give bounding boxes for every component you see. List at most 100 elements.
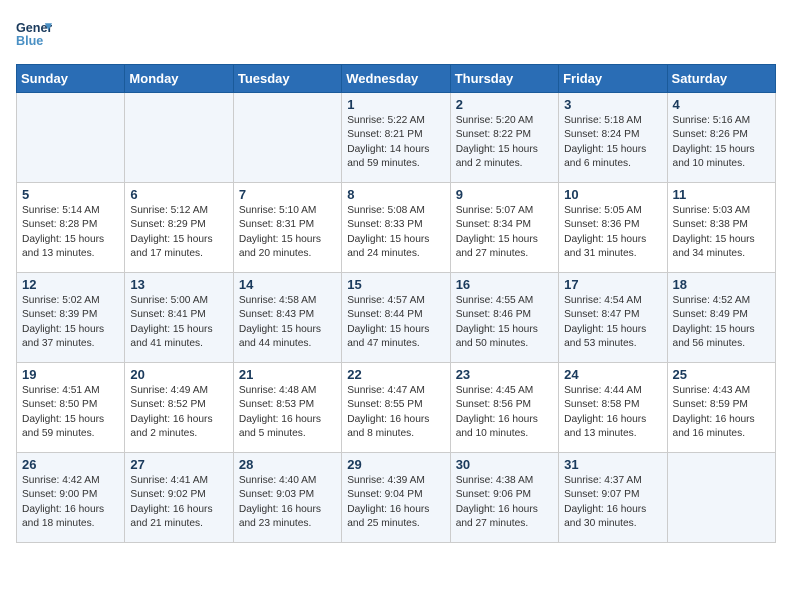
cell-details: Sunrise: 5:18 AM Sunset: 8:24 PM Dayligh… [564,114,661,171]
cell-details: Sunrise: 4:54 AM Sunset: 8:47 PM Dayligh… [564,294,661,351]
cell-details: Sunrise: 4:48 AM Sunset: 8:53 PM Dayligh… [239,384,336,441]
day-number: 22 [347,367,444,382]
calendar-cell: 27 Sunrise: 4:41 AM Sunset: 9:02 PM Dayli… [125,453,233,543]
day-number: 1 [347,97,444,112]
day-number: 26 [22,457,119,472]
calendar-cell [233,93,341,183]
cell-details: Sunrise: 5:12 AM Sunset: 8:29 PM Dayligh… [130,204,227,261]
cell-details: Sunrise: 5:05 AM Sunset: 8:36 PM Dayligh… [564,204,661,261]
calendar-cell: 24Sunrise: 4:44 AM Sunset: 8:58 PM Dayli… [559,363,667,453]
day-number: 13 [130,277,227,292]
day-number: 20 [130,367,227,382]
calendar-cell: 29Sunrise: 4:39 AM Sunset: 9:04 PM Dayli… [342,453,450,543]
calendar-table: SundayMondayTuesdayWednesdayThursdayFrid… [16,64,776,543]
day-number: 14 [239,277,336,292]
cell-details: Sunrise: 5:02 AM Sunset: 8:39 PM Dayligh… [22,294,119,351]
day-number: 9 [456,187,553,202]
cell-details: Sunrise: 5:00 AM Sunset: 8:41 PM Dayligh… [130,294,227,351]
day-number: 27 [130,457,227,472]
calendar-week-row: 12 Sunrise: 5:02 AM Sunset: 8:39 PM Dayli… [17,273,776,363]
calendar-cell: 25 Sunrise: 4:43 AM Sunset: 8:59 PM Dayli… [667,363,775,453]
weekday-header-wednesday: Wednesday [342,65,450,93]
cell-details: Sunrise: 5:03 AM Sunset: 8:38 PM Dayligh… [673,204,770,261]
calendar-cell: 11 Sunrise: 5:03 AM Sunset: 8:38 PM Dayli… [667,183,775,273]
calendar-cell: 8 Sunrise: 5:08 AM Sunset: 8:33 PM Daylig… [342,183,450,273]
cell-details: Sunrise: 4:55 AM Sunset: 8:46 PM Dayligh… [456,294,553,351]
cell-details: Sunrise: 4:37 AM Sunset: 9:07 PM Dayligh… [564,474,661,531]
cell-details: Sunrise: 5:16 AM Sunset: 8:26 PM Dayligh… [673,114,770,171]
cell-details: Sunrise: 4:42 AM Sunset: 9:00 PM Dayligh… [22,474,119,531]
cell-details: Sunrise: 4:40 AM Sunset: 9:03 PM Dayligh… [239,474,336,531]
calendar-cell [17,93,125,183]
day-number: 29 [347,457,444,472]
cell-details: Sunrise: 5:10 AM Sunset: 8:31 PM Dayligh… [239,204,336,261]
header: General Blue [16,16,776,52]
cell-details: Sunrise: 4:45 AM Sunset: 8:56 PM Dayligh… [456,384,553,441]
cell-details: Sunrise: 4:57 AM Sunset: 8:44 PM Dayligh… [347,294,444,351]
calendar-cell: 5 Sunrise: 5:14 AM Sunset: 8:28 PM Daylig… [17,183,125,273]
cell-details: Sunrise: 5:14 AM Sunset: 8:28 PM Dayligh… [22,204,119,261]
cell-details: Sunrise: 5:22 AM Sunset: 8:21 PM Dayligh… [347,114,444,171]
cell-details: Sunrise: 4:38 AM Sunset: 9:06 PM Dayligh… [456,474,553,531]
weekday-header-saturday: Saturday [667,65,775,93]
calendar-cell: 19Sunrise: 4:51 AM Sunset: 8:50 PM Dayli… [17,363,125,453]
calendar-cell: 31 Sunrise: 4:37 AM Sunset: 9:07 PM Dayli… [559,453,667,543]
day-number: 31 [564,457,661,472]
cell-details: Sunrise: 5:07 AM Sunset: 8:34 PM Dayligh… [456,204,553,261]
cell-details: Sunrise: 5:20 AM Sunset: 8:22 PM Dayligh… [456,114,553,171]
weekday-header-friday: Friday [559,65,667,93]
calendar-cell: 3 Sunrise: 5:18 AM Sunset: 8:24 PM Daylig… [559,93,667,183]
day-number: 6 [130,187,227,202]
cell-details: Sunrise: 4:44 AM Sunset: 8:58 PM Dayligh… [564,384,661,441]
day-number: 21 [239,367,336,382]
svg-text:Blue: Blue [16,34,43,48]
day-number: 7 [239,187,336,202]
calendar-cell: 4 Sunrise: 5:16 AM Sunset: 8:26 PM Daylig… [667,93,775,183]
calendar-cell: 9 Sunrise: 5:07 AM Sunset: 8:34 PM Daylig… [450,183,558,273]
calendar-cell: 15 Sunrise: 4:57 AM Sunset: 8:44 PM Dayli… [342,273,450,363]
calendar-cell: 13 Sunrise: 5:00 AM Sunset: 8:41 PM Dayli… [125,273,233,363]
day-number: 4 [673,97,770,112]
cell-details: Sunrise: 4:47 AM Sunset: 8:55 PM Dayligh… [347,384,444,441]
calendar-cell: 30Sunrise: 4:38 AM Sunset: 9:06 PM Dayli… [450,453,558,543]
calendar-cell: 12 Sunrise: 5:02 AM Sunset: 8:39 PM Dayli… [17,273,125,363]
cell-details: Sunrise: 4:43 AM Sunset: 8:59 PM Dayligh… [673,384,770,441]
calendar-cell: 20 Sunrise: 4:49 AM Sunset: 8:52 PM Dayli… [125,363,233,453]
cell-details: Sunrise: 5:08 AM Sunset: 8:33 PM Dayligh… [347,204,444,261]
calendar-cell: 21 Sunrise: 4:48 AM Sunset: 8:53 PM Dayli… [233,363,341,453]
weekday-header-row: SundayMondayTuesdayWednesdayThursdayFrid… [17,65,776,93]
cell-details: Sunrise: 4:51 AM Sunset: 8:50 PM Dayligh… [22,384,119,441]
day-number: 10 [564,187,661,202]
calendar-cell: 14Sunrise: 4:58 AM Sunset: 8:43 PM Dayli… [233,273,341,363]
logo-icon: General Blue [16,16,52,52]
calendar-cell [125,93,233,183]
day-number: 8 [347,187,444,202]
calendar-cell: 22 Sunrise: 4:47 AM Sunset: 8:55 PM Dayli… [342,363,450,453]
calendar-cell: 2Sunrise: 5:20 AM Sunset: 8:22 PM Daylig… [450,93,558,183]
calendar-cell: 26 Sunrise: 4:42 AM Sunset: 9:00 PM Dayli… [17,453,125,543]
day-number: 25 [673,367,770,382]
day-number: 11 [673,187,770,202]
calendar-cell: 17 Sunrise: 4:54 AM Sunset: 8:47 PM Dayli… [559,273,667,363]
day-number: 17 [564,277,661,292]
logo: General Blue [16,16,52,52]
day-number: 16 [456,277,553,292]
day-number: 12 [22,277,119,292]
calendar-cell: 16 Sunrise: 4:55 AM Sunset: 8:46 PM Dayli… [450,273,558,363]
day-number: 3 [564,97,661,112]
day-number: 28 [239,457,336,472]
weekday-header-sunday: Sunday [17,65,125,93]
calendar-cell: 28 Sunrise: 4:40 AM Sunset: 9:03 PM Dayli… [233,453,341,543]
calendar-cell: 6 Sunrise: 5:12 AM Sunset: 8:29 PM Daylig… [125,183,233,273]
weekday-header-tuesday: Tuesday [233,65,341,93]
calendar-cell: 7 Sunrise: 5:10 AM Sunset: 8:31 PM Daylig… [233,183,341,273]
weekday-header-monday: Monday [125,65,233,93]
calendar-week-row: 19Sunrise: 4:51 AM Sunset: 8:50 PM Dayli… [17,363,776,453]
cell-details: Sunrise: 4:52 AM Sunset: 8:49 PM Dayligh… [673,294,770,351]
day-number: 5 [22,187,119,202]
calendar-cell [667,453,775,543]
day-number: 15 [347,277,444,292]
cell-details: Sunrise: 4:41 AM Sunset: 9:02 PM Dayligh… [130,474,227,531]
day-number: 18 [673,277,770,292]
cell-details: Sunrise: 4:49 AM Sunset: 8:52 PM Dayligh… [130,384,227,441]
